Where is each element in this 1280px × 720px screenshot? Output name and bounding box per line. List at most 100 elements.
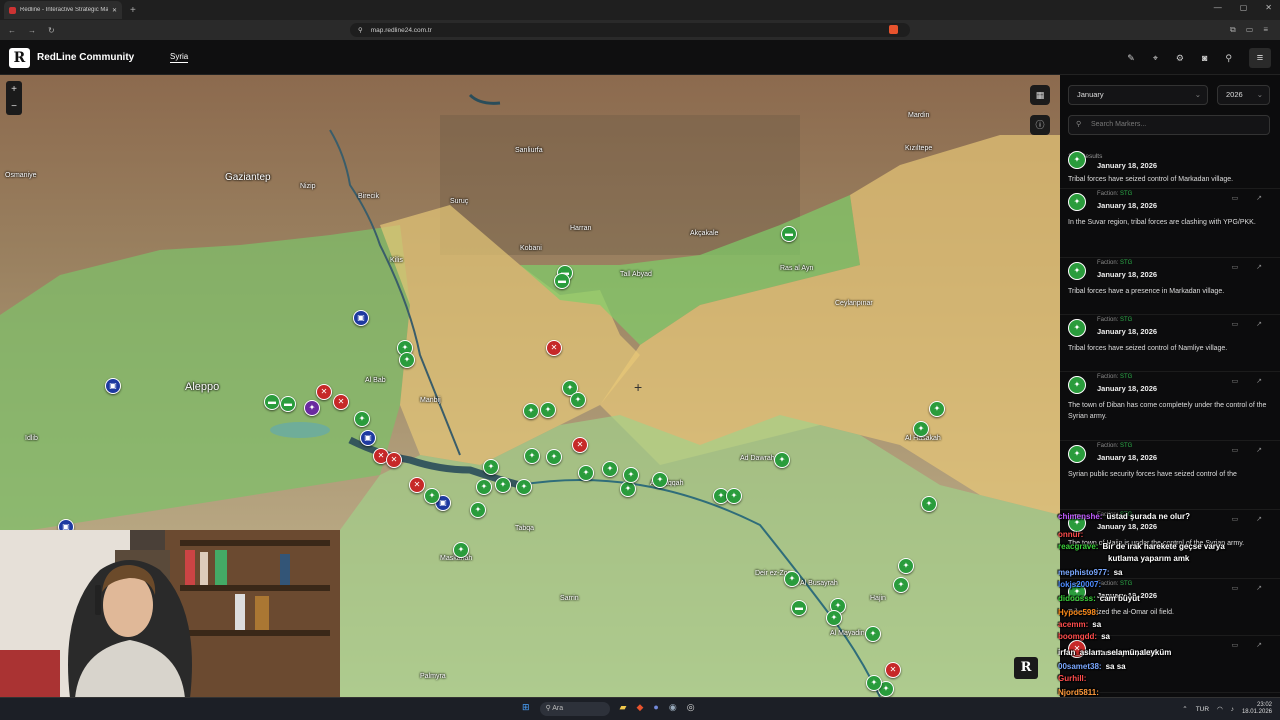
vehicle-marker[interactable]: ▬ bbox=[791, 600, 807, 616]
entry-actions[interactable]: ▭ ↗ bbox=[1232, 377, 1270, 385]
menu-button[interactable]: ≡ bbox=[1249, 48, 1271, 68]
faction-marker[interactable]: ✦ bbox=[483, 459, 499, 475]
marker-search-input[interactable]: ⚲ Search Markers... bbox=[1068, 115, 1270, 135]
faction-marker[interactable]: ✦ bbox=[623, 467, 639, 483]
brand-name[interactable]: RedLine Community bbox=[37, 52, 134, 63]
faction-marker[interactable]: ✦ bbox=[866, 675, 882, 691]
list-item[interactable]: ✦ January 18, 2026 Tribal forces have se… bbox=[1060, 149, 1280, 189]
faction-marker[interactable]: ✦ bbox=[784, 571, 800, 587]
forward-icon[interactable]: → bbox=[28, 26, 36, 35]
year-select[interactable]: 2026 ⌄ bbox=[1217, 85, 1270, 105]
faction-marker[interactable]: ✦ bbox=[929, 401, 945, 417]
gear-icon[interactable]: ⚙ bbox=[1176, 53, 1184, 64]
faction-marker[interactable]: ✦ bbox=[304, 400, 320, 416]
address-bar[interactable]: ⚲ map.redline24.com.tr bbox=[350, 23, 910, 37]
faction-marker[interactable]: ✦ bbox=[354, 411, 370, 427]
police-marker[interactable]: ▣ bbox=[353, 310, 369, 326]
info-icon[interactable]: ⓘ bbox=[1030, 115, 1050, 135]
maximize-button[interactable]: ▢ bbox=[1240, 3, 1248, 12]
faction-marker[interactable]: ✦ bbox=[399, 352, 415, 368]
chat-username: didoosss: bbox=[1058, 594, 1096, 603]
police-marker[interactable]: ▣ bbox=[360, 430, 376, 446]
faction-marker[interactable]: ✦ bbox=[913, 421, 929, 437]
reload-icon[interactable]: ↻ bbox=[48, 26, 55, 35]
close-window-button[interactable]: ✕ bbox=[1265, 3, 1272, 12]
camera-icon[interactable]: ◙ bbox=[1202, 53, 1207, 64]
clock[interactable]: 23:02 18.01.2026 bbox=[1242, 702, 1272, 716]
list-item[interactable]: ✦ Faction: STG January 18, 2026 ▭ ↗ Trib… bbox=[1060, 258, 1280, 315]
windows-start-icon[interactable]: ⊞ bbox=[522, 702, 530, 716]
faction-marker[interactable]: ✦ bbox=[453, 542, 469, 558]
extensions-icon[interactable]: ⧉ bbox=[1230, 25, 1236, 35]
faction-marker[interactable]: ✦ bbox=[523, 403, 539, 419]
site-info-icon[interactable]: ⚲ bbox=[358, 26, 363, 34]
faction-marker[interactable]: ✦ bbox=[921, 496, 937, 512]
faction-marker[interactable]: ✦ bbox=[540, 402, 556, 418]
entry-actions[interactable]: ▭ ↗ bbox=[1232, 263, 1270, 271]
month-select[interactable]: January ⌄ bbox=[1068, 85, 1208, 105]
brave-shield-icon[interactable] bbox=[889, 25, 898, 34]
entry-actions[interactable]: ▭ ↗ bbox=[1232, 194, 1270, 202]
faction-marker[interactable]: ✦ bbox=[524, 448, 540, 464]
attack-marker[interactable]: ✕ bbox=[885, 662, 901, 678]
zoom-out-button[interactable]: − bbox=[6, 98, 22, 115]
search-icon[interactable]: ⚲ bbox=[1225, 53, 1232, 64]
attack-marker[interactable]: ✕ bbox=[572, 437, 588, 453]
faction-marker[interactable]: ✦ bbox=[774, 452, 790, 468]
faction-marker[interactable]: ✦ bbox=[578, 465, 594, 481]
attack-marker[interactable]: ✕ bbox=[386, 452, 402, 468]
tray-chevron-icon[interactable]: ⌃ bbox=[1182, 705, 1187, 713]
faction-marker[interactable]: ✦ bbox=[726, 488, 742, 504]
faction-marker[interactable]: ✦ bbox=[898, 558, 914, 574]
brave-browser-icon[interactable]: ◆ bbox=[636, 702, 643, 716]
faction-marker[interactable]: ✦ bbox=[495, 477, 511, 493]
file-explorer-icon[interactable]: ▰ bbox=[620, 702, 627, 716]
police-marker[interactable]: ▣ bbox=[105, 378, 121, 394]
tab-syria[interactable]: Syria bbox=[170, 52, 189, 63]
steam-icon[interactable]: ◉ bbox=[669, 702, 677, 716]
attack-marker[interactable]: ✕ bbox=[316, 384, 332, 400]
pen-icon[interactable]: ✎ bbox=[1127, 53, 1135, 64]
vehicle-marker[interactable]: ▬ bbox=[554, 273, 570, 289]
zoom-in-button[interactable]: + bbox=[6, 81, 22, 98]
faction-marker[interactable]: ✦ bbox=[476, 479, 492, 495]
attack-marker[interactable]: ✕ bbox=[409, 477, 425, 493]
entry-actions[interactable]: ▭ ↗ bbox=[1232, 320, 1270, 328]
faction-marker[interactable]: ✦ bbox=[424, 488, 440, 504]
vehicle-marker[interactable]: ▬ bbox=[781, 226, 797, 242]
language-indicator[interactable]: TUR bbox=[1196, 706, 1209, 713]
network-icon[interactable]: ◠ bbox=[1217, 705, 1223, 713]
faction-marker[interactable]: ✦ bbox=[546, 449, 562, 465]
taskbar-search[interactable]: ⚲ Ara bbox=[539, 702, 610, 716]
map-layers-icon[interactable]: ▦ bbox=[1030, 85, 1050, 105]
faction-marker[interactable]: ✦ bbox=[516, 479, 532, 495]
obs-icon[interactable]: ◎ bbox=[687, 702, 695, 716]
faction-marker[interactable]: ✦ bbox=[865, 626, 881, 642]
entry-actions[interactable]: ▭ ↗ bbox=[1232, 446, 1270, 454]
list-item[interactable]: ✦ Faction: STG January 18, 2026 ▭ ↗ In t… bbox=[1060, 189, 1280, 258]
list-item[interactable]: ✦ Faction: STG January 18, 2026 ▭ ↗ The … bbox=[1060, 372, 1280, 441]
browser-tab[interactable]: Redline - Interactive Strategic Map ✕ bbox=[4, 1, 122, 19]
close-tab-icon[interactable]: ✕ bbox=[112, 7, 117, 14]
browser-menu-icon[interactable]: ≡ bbox=[1263, 25, 1268, 35]
faction-marker[interactable]: ✦ bbox=[893, 577, 909, 593]
attack-marker[interactable]: ✕ bbox=[333, 394, 349, 410]
pin-icon[interactable]: ⌖ bbox=[1153, 53, 1158, 64]
redline-logo[interactable]: R bbox=[9, 48, 30, 68]
back-icon[interactable]: ← bbox=[8, 26, 16, 35]
faction-marker[interactable]: ✦ bbox=[470, 502, 486, 518]
vehicle-marker[interactable]: ▬ bbox=[280, 396, 296, 412]
volume-icon[interactable]: ♪ bbox=[1231, 706, 1234, 713]
vehicle-marker[interactable]: ▬ bbox=[264, 394, 280, 410]
new-tab-button[interactable]: + bbox=[130, 5, 136, 16]
faction-marker[interactable]: ✦ bbox=[570, 392, 586, 408]
faction-marker[interactable]: ✦ bbox=[652, 472, 668, 488]
discord-icon[interactable]: ● bbox=[653, 702, 658, 716]
minimize-button[interactable]: — bbox=[1214, 3, 1222, 12]
attack-marker[interactable]: ✕ bbox=[546, 340, 562, 356]
faction-marker[interactable]: ✦ bbox=[620, 481, 636, 497]
faction-marker[interactable]: ✦ bbox=[602, 461, 618, 477]
sidebar-icon[interactable]: ▭ bbox=[1246, 25, 1254, 35]
faction-marker[interactable]: ✦ bbox=[826, 610, 842, 626]
list-item[interactable]: ✦ Faction: STG January 18, 2026 ▭ ↗ Trib… bbox=[1060, 315, 1280, 372]
